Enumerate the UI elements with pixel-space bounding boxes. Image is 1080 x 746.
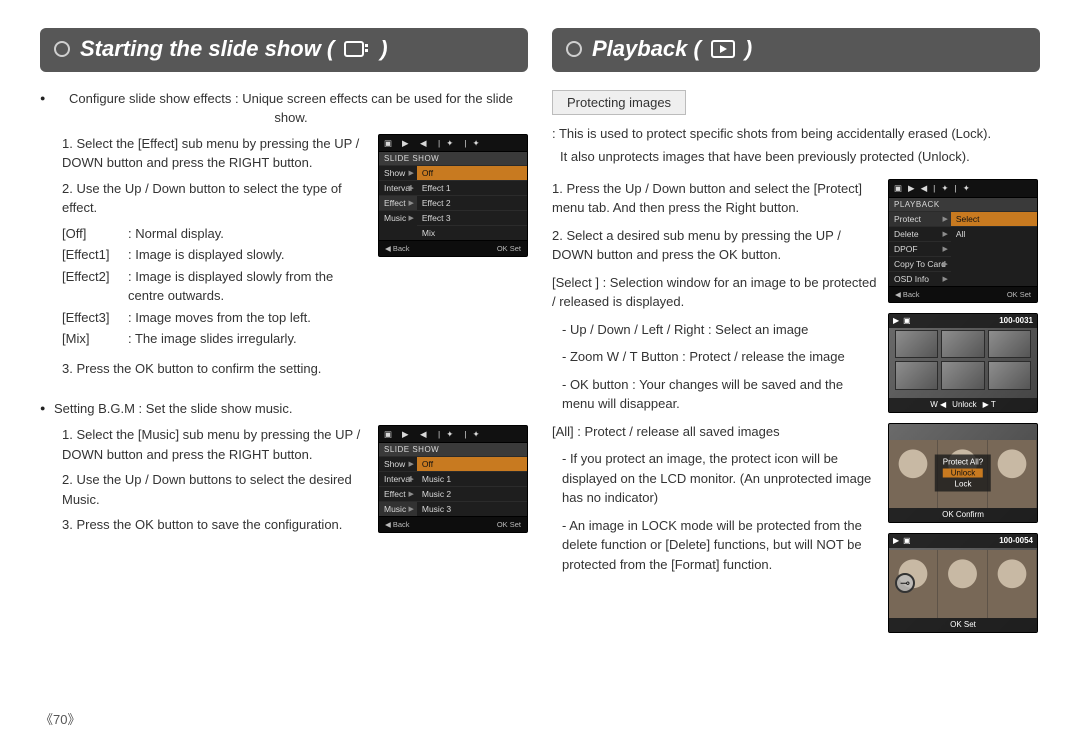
def-e1-key: [Effect1]	[62, 245, 118, 265]
protecting-subhead: Protecting images	[552, 90, 686, 115]
music-step3: 3. Press the OK button to save the confi…	[62, 515, 368, 535]
lcd-row: DPOF▶	[889, 241, 951, 256]
section-music: Setting B.G.M : Set the slide show music…	[40, 400, 528, 540]
lcd-row: Show▶	[379, 165, 417, 180]
lcd-opt: Effect 2	[417, 195, 527, 210]
thumb-locked-image: ▶▣100-0054 ⊸ OK Set	[888, 533, 1038, 633]
lcd-opt: Select	[951, 211, 1037, 226]
protect-desc2: It also unprotects images that have been…	[560, 148, 1040, 167]
effects-step1: 1. Select the [Effect] sub menu by press…	[62, 134, 368, 173]
right-heading-close: )	[745, 36, 752, 62]
def-e2-val: : Image is displayed slowly from the cen…	[128, 267, 368, 306]
music-step1: 1. Select the [Music] sub menu by pressi…	[62, 425, 368, 464]
lcd-row: Effect▶	[379, 195, 417, 210]
protect-all-l1: - If you protect an image, the protect i…	[562, 449, 878, 508]
section-effects: Configure slide show effects : Unique sc…	[40, 90, 528, 384]
left-heading-text: Starting the slide show (	[80, 36, 334, 62]
lcd-row: OSD Info▶	[889, 271, 951, 286]
def-e3-val: : Image moves from the top left.	[128, 308, 368, 328]
left-column: Starting the slide show ( ) Configure sl…	[40, 28, 528, 633]
effects-step2: 2. Use the Up / Down button to select th…	[62, 179, 368, 218]
lcd-opt: Off	[417, 165, 527, 180]
lcd-opt: All	[951, 226, 1037, 241]
protect-select-l1: - Up / Down / Left / Right : Select an i…	[562, 320, 878, 340]
lcd-set: OK Set	[497, 520, 521, 529]
file-number: 100-0031	[999, 316, 1033, 325]
protect-step1: 1. Press the Up / Down button and select…	[552, 179, 878, 218]
lcd-set: OK Set	[497, 244, 521, 253]
lcd-opt: Effect 1	[417, 180, 527, 195]
effects-intro: Configure slide show effects : Unique sc…	[40, 90, 528, 128]
lcd-back: ◀ Back	[895, 290, 920, 299]
lcd-opt: Music 1	[417, 471, 527, 486]
def-e3-key: [Effect3]	[62, 308, 118, 328]
right-heading-text: Playback (	[592, 36, 701, 62]
lcd-row: Interval▶	[379, 180, 417, 195]
lock-icon: ⊸	[895, 573, 915, 593]
lcd-opt: Effect 3	[417, 210, 527, 225]
lcd-row: Effect▶	[379, 486, 417, 501]
protect-all-head: [All] : Protect / release all saved imag…	[552, 422, 878, 442]
lcd-effect-menu: ▣▶◀|✦|✦ SLIDE SHOW Show▶ Interval▶ Effec…	[378, 134, 528, 257]
lcd-playback-menu: ▣▶◀|✦|✦ PLAYBACK Protect▶ Delete▶ DPOF▶ …	[888, 179, 1038, 303]
protect-desc1: : This is used to protect specific shots…	[552, 125, 1040, 144]
def-mix-val: : The image slides irregularly.	[128, 329, 368, 349]
play-icon: ▶	[893, 316, 899, 325]
lcd-music-menu: ▣▶◀|✦|✦ SLIDE SHOW Show▶ Interval▶ Effec…	[378, 425, 528, 533]
confirm-label: OK Confirm	[942, 510, 984, 519]
file-number: 100-0054	[999, 536, 1033, 545]
protect-select-l3: - OK button : Your changes will be saved…	[562, 375, 878, 414]
unlock-label: Unlock	[952, 400, 976, 409]
lcd-row: Copy To Card▶	[889, 256, 951, 271]
lcd-row: Delete▶	[889, 226, 951, 241]
thumb-protect-all: Protect All? Unlock Lock OK Confirm	[888, 423, 1038, 523]
ok-set-label: OK Set	[950, 620, 976, 629]
lcd-music-title: SLIDE SHOW	[379, 443, 527, 456]
def-e2-key: [Effect2]	[62, 267, 118, 306]
playback-icon	[711, 40, 735, 58]
lcd-back: ◀ Back	[385, 520, 410, 529]
lcd-back: ◀ Back	[385, 244, 410, 253]
def-e1-val: : Image is displayed slowly.	[128, 245, 368, 265]
def-mix-key: [Mix]	[62, 329, 118, 349]
bullet-dot-icon	[566, 41, 582, 57]
zoom-w-label: W ◀	[930, 400, 946, 409]
lcd-row: Music▶	[379, 501, 417, 516]
bullet-dot-icon	[54, 41, 70, 57]
slideshow-icon	[344, 39, 370, 59]
page-number: 《70》	[40, 709, 80, 728]
zoom-t-label: ▶ T	[983, 400, 996, 409]
lcd-opt: Music 2	[417, 486, 527, 501]
def-off-val: : Normal display.	[128, 224, 368, 244]
thumb-select-grid: ▶▣100-0031 W ◀ Unlock ▶ T	[888, 313, 1038, 413]
lcd-row: Show▶	[379, 456, 417, 471]
lcd-opt: Off	[417, 456, 527, 471]
lcd-row: Protect▶	[889, 211, 951, 226]
def-off-key: [Off]	[62, 224, 118, 244]
lcd-playback-title: PLAYBACK	[889, 198, 1037, 211]
lcd-set: OK Set	[1007, 290, 1031, 299]
protect-select-l2: - Zoom W / T Button : Protect / release …	[562, 347, 878, 367]
lcd-row: Music▶	[379, 210, 417, 225]
lcd-opt: Music 3	[417, 501, 527, 516]
music-step2: 2. Use the Up / Down buttons to select t…	[62, 470, 368, 509]
protect-step2: 2. Select a desired sub menu by pressing…	[552, 226, 878, 265]
protect-all-unlock: Unlock	[943, 468, 983, 477]
protect-all-l2: - An image in LOCK mode will be protecte…	[562, 516, 878, 575]
left-heading-banner: Starting the slide show ( )	[40, 28, 528, 72]
lcd-effect-title: SLIDE SHOW	[379, 152, 527, 165]
lcd-row: Interval▶	[379, 471, 417, 486]
right-heading-banner: Playback ( )	[552, 28, 1040, 72]
protect-select-head: [Select ] : Selection window for an imag…	[552, 273, 878, 312]
lcd-opt: Mix	[417, 225, 527, 240]
left-heading-close: )	[380, 36, 387, 62]
music-intro: Setting B.G.M : Set the slide show music…	[40, 400, 528, 419]
protect-all-lock: Lock	[955, 479, 972, 488]
right-column: Playback ( ) Protecting images : This is…	[552, 28, 1040, 633]
protect-all-title: Protect All?	[943, 457, 983, 466]
effects-step3: 3. Press the OK button to confirm the se…	[62, 359, 368, 379]
